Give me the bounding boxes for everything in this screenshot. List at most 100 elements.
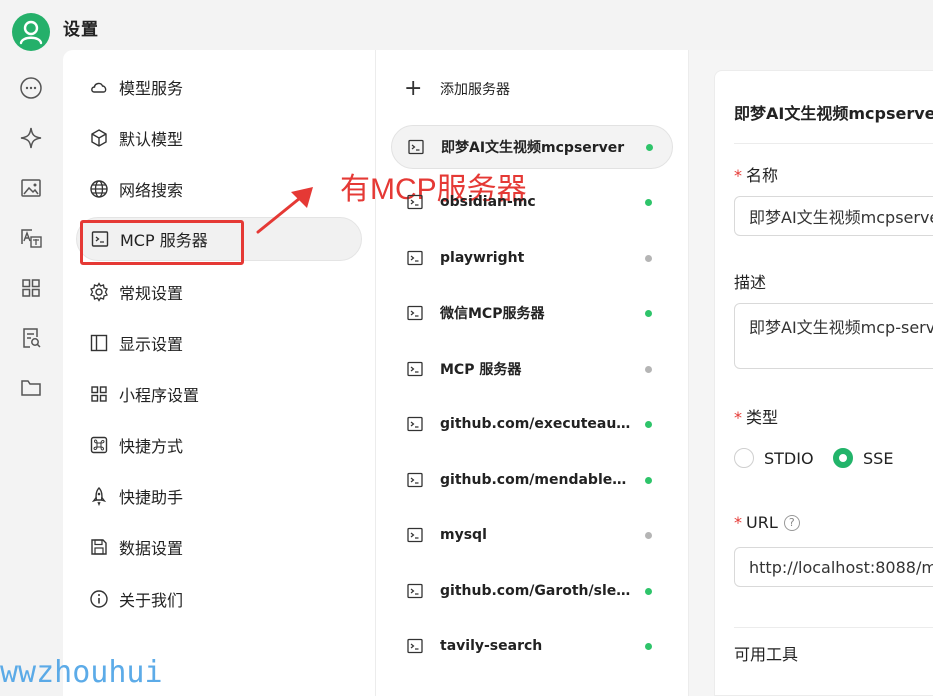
- menu-item-label: 快捷助手: [119, 488, 184, 507]
- terminal-icon: [407, 361, 423, 377]
- menu-item-display-settings[interactable]: 显示设置: [76, 321, 362, 365]
- menu-item-about[interactable]: 关于我们: [76, 577, 362, 621]
- menu-item-miniapp-settings[interactable]: 小程序设置: [76, 372, 362, 416]
- globe-icon: [90, 180, 108, 198]
- status-dot: [645, 587, 652, 595]
- terminal-icon: [91, 231, 109, 247]
- menu-item-quick-assistant[interactable]: 快捷助手: [76, 474, 362, 518]
- divider: [734, 143, 933, 144]
- page-title: 设置: [63, 20, 99, 40]
- server-item[interactable]: playwright: [391, 236, 673, 280]
- command-icon: [90, 436, 108, 454]
- terminal-icon: [407, 527, 423, 543]
- help-icon[interactable]: ?: [783, 515, 800, 531]
- status-dot: [645, 642, 652, 650]
- server-item[interactable]: 微信MCP服务器: [391, 291, 673, 335]
- menu-item-shortcuts[interactable]: 快捷方式: [76, 423, 362, 467]
- server-name: github.com/Garoth/sleep-mcp: [440, 583, 633, 599]
- user-avatar-icon[interactable]: [12, 13, 50, 51]
- url-field[interactable]: http://localhost:8088/mcp: [734, 547, 933, 587]
- description-field[interactable]: 即梦AI文生视频mcp-server: [734, 303, 933, 369]
- status-dot: [645, 476, 652, 484]
- name-field-label: * 名称: [734, 166, 779, 185]
- server-name: tavily-search: [440, 638, 543, 654]
- status-dot: [645, 365, 652, 373]
- folder-icon[interactable]: [19, 376, 43, 400]
- menu-item-label: 常规设置: [119, 284, 184, 303]
- menu-item-label: 关于我们: [119, 591, 184, 610]
- menu-item-label: 小程序设置: [119, 386, 200, 405]
- apps-icon[interactable]: [19, 276, 43, 300]
- watermark: wwzhouhui: [0, 655, 163, 690]
- server-name: mysql: [440, 527, 487, 543]
- add-server-label: 添加服务器: [440, 82, 510, 98]
- server-item[interactable]: github.com/mendableai/firecrawl: [391, 458, 673, 502]
- menu-item-default-model[interactable]: 默认模型: [76, 116, 362, 160]
- menu-item-model-service[interactable]: 模型服务: [76, 65, 362, 109]
- menu-item-label: MCP 服务器: [120, 231, 208, 250]
- left-rail: [0, 0, 63, 696]
- sparkle-icon[interactable]: [19, 126, 43, 150]
- radio-circle: [833, 448, 853, 468]
- image-icon[interactable]: [19, 176, 43, 200]
- menu-item-label: 默认模型: [119, 130, 184, 149]
- menu-item-general-settings[interactable]: 常规设置: [76, 270, 362, 314]
- server-name: github.com/mendableai/firecrawl: [440, 472, 633, 488]
- layout-icon: [90, 334, 108, 352]
- server-name: playwright: [440, 250, 525, 266]
- server-item[interactable]: tavily-search: [391, 624, 673, 668]
- annotation-arrow-icon: [256, 187, 313, 234]
- terminal-icon: [407, 305, 423, 321]
- server-name: github.com/executeautomation: [440, 416, 633, 432]
- info-icon: [90, 590, 108, 608]
- translate-icon[interactable]: [19, 226, 43, 250]
- menu-item-label: 快捷方式: [119, 437, 184, 456]
- search-doc-icon[interactable]: [19, 326, 43, 350]
- add-server-button[interactable]: + 添加服务器: [404, 74, 510, 104]
- status-dot: [645, 420, 652, 428]
- cube-icon: [91, 129, 107, 147]
- terminal-icon: [407, 250, 423, 266]
- server-name: 微信MCP服务器: [440, 306, 545, 322]
- terminal-icon: [407, 583, 423, 599]
- type-field-label: * 类型: [734, 408, 779, 427]
- server-item[interactable]: MCP 服务器: [391, 347, 673, 391]
- menu-item-label: 网络搜索: [119, 181, 184, 200]
- terminal-icon: [407, 638, 423, 654]
- grid-icon: [91, 386, 107, 402]
- server-item[interactable]: github.com/Garoth/sleep-mcp: [391, 569, 673, 613]
- divider: [734, 627, 933, 628]
- chat-icon[interactable]: [19, 76, 43, 100]
- type-radio-stdio[interactable]: STDIO: [734, 448, 814, 468]
- status-dot: [645, 309, 652, 317]
- rocket-icon: [91, 487, 107, 506]
- status-dot: [645, 254, 652, 262]
- url-field-label: * URL?: [734, 513, 800, 532]
- radio-label: STDIO: [764, 448, 814, 468]
- detail-header: 即梦AI文生视频mcpserver: [734, 104, 933, 123]
- save-icon: [91, 539, 107, 555]
- available-tools-label: 可用工具: [734, 645, 799, 664]
- status-dot: [645, 198, 652, 206]
- gear-icon: [90, 282, 108, 302]
- server-item[interactable]: mysql: [391, 513, 673, 557]
- menu-item-data-settings[interactable]: 数据设置: [76, 525, 362, 569]
- radio-circle: [734, 448, 754, 468]
- terminal-icon: [407, 416, 423, 432]
- terminal-icon: [407, 194, 423, 210]
- server-name: obsidian-mc: [440, 194, 536, 210]
- terminal-icon: [408, 139, 424, 155]
- status-dot: [645, 531, 652, 539]
- radio-label: SSE: [863, 448, 894, 468]
- menu-item-label: 显示设置: [119, 335, 184, 354]
- server-name: MCP 服务器: [440, 362, 522, 378]
- menu-item-label: 数据设置: [119, 539, 184, 558]
- name-field[interactable]: 即梦AI文生视频mcpserver: [734, 196, 933, 236]
- cloud-icon: [91, 82, 107, 93]
- description-field-label: 描述: [734, 273, 767, 292]
- type-radio-sse[interactable]: SSE: [833, 448, 893, 468]
- server-item[interactable]: github.com/executeautomation: [391, 402, 673, 446]
- server-item[interactable]: 即梦AI文生视频mcpserver: [391, 125, 673, 169]
- server-name: 即梦AI文生视频mcpserver: [441, 140, 625, 156]
- server-item[interactable]: obsidian-mc: [391, 180, 673, 224]
